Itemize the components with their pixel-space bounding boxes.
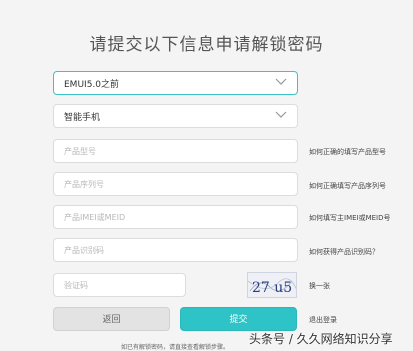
captcha-image[interactable]: 27 u5	[247, 272, 297, 298]
device-type-value: 智能手机	[64, 113, 101, 123]
system-version-value: EMUI5.0之前	[64, 80, 120, 90]
captcha-text: 27 u5	[252, 280, 292, 296]
captcha-input[interactable]: 验证码	[53, 273, 186, 297]
logout-link[interactable]: 退出登录	[309, 315, 337, 325]
captcha-noise: 27 u5	[248, 278, 296, 296]
chevron-down-icon	[275, 78, 287, 85]
captcha-placeholder: 验证码	[64, 281, 88, 290]
imei-help-link[interactable]: 如何填写主IMEI或MEID号	[309, 213, 391, 223]
product-serial-placeholder: 产品序列号	[64, 180, 104, 189]
model-help-link[interactable]: 如何正确的填写产品型号	[309, 147, 386, 157]
back-button[interactable]: 返回	[53, 307, 170, 331]
watermark: 头条号 / 久久网络知识分享	[249, 332, 393, 346]
page-title: 请提交以下信息申请解锁密码	[89, 35, 324, 55]
product-id-code-input[interactable]: 产品识别码	[53, 238, 298, 262]
product-serial-input[interactable]: 产品序列号	[53, 172, 298, 196]
product-imei-placeholder: 产品IMEI或MEID	[64, 213, 126, 222]
serial-help-link[interactable]: 如何正确填写产品序列号	[309, 181, 386, 191]
device-type-select[interactable]: 智能手机	[53, 104, 298, 128]
product-imei-input[interactable]: 产品IMEI或MEID	[53, 205, 298, 229]
chevron-down-icon	[275, 111, 287, 118]
refresh-captcha-link[interactable]: 换一张	[309, 281, 330, 291]
product-id-code-placeholder: 产品识别码	[64, 246, 104, 255]
system-version-select[interactable]: EMUI5.0之前	[53, 71, 298, 95]
product-model-placeholder: 产品型号	[64, 147, 96, 156]
id-code-help-link[interactable]: 如何获得产品识别码？	[309, 247, 379, 257]
submit-button[interactable]: 提交	[180, 307, 297, 331]
product-model-input[interactable]: 产品型号	[53, 139, 298, 163]
